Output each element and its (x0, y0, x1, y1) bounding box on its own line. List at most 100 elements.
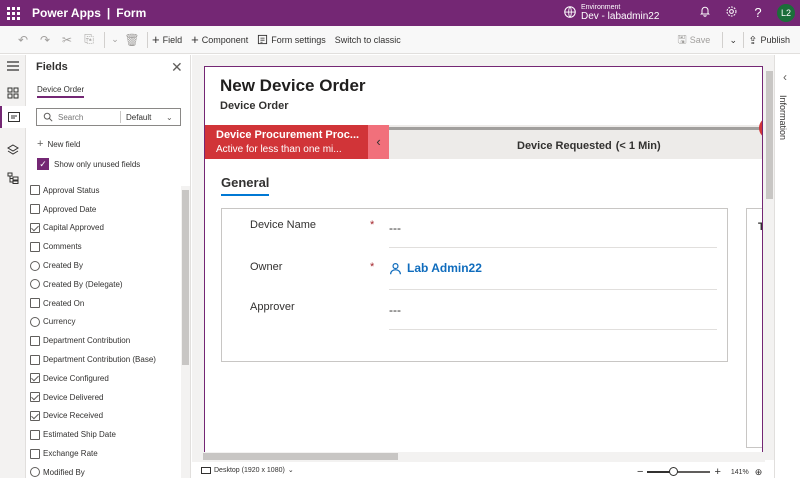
owner-link[interactable]: Lab Admin22 (389, 261, 482, 275)
field-label: Device Name (250, 219, 317, 231)
bpf-stage-target-icon[interactable] (759, 117, 762, 139)
list-item[interactable]: Department Contribution (26, 331, 191, 350)
field-device-name[interactable]: Device Name * --- (222, 209, 729, 250)
side-section[interactable]: T (746, 208, 762, 448)
zoom-slider[interactable] (647, 467, 711, 476)
add-component-button[interactable]: + Component (191, 32, 248, 47)
bpf-stage-label[interactable]: Device Requested (< 1 Min) (517, 140, 661, 152)
scrollbar-thumb[interactable] (182, 190, 189, 365)
new-field-button[interactable]: + New field (37, 138, 80, 150)
chevron-down-icon[interactable]: ⌄ (109, 34, 121, 45)
form-preview[interactable]: New Device Order Device Order Device Pro… (204, 66, 763, 456)
settings-gear-icon[interactable] (723, 5, 739, 21)
checkmark-icon: ✓ (37, 158, 49, 170)
list-item[interactable]: Created By (Delegate) (26, 275, 191, 294)
list-item[interactable]: Created On (26, 294, 191, 313)
list-item[interactable]: Exchange Rate (26, 444, 191, 463)
close-icon[interactable]: ✕ (171, 59, 183, 76)
zoom-in-icon[interactable]: + (714, 466, 720, 478)
device-size-label: Desktop (1920 x 1080) (214, 466, 285, 474)
header-separator: | (106, 6, 111, 20)
person-icon (390, 262, 401, 274)
form-section[interactable]: Device Name * --- Owner * Lab Admin22 Ap… (221, 208, 728, 362)
canvas-vertical-scrollbar[interactable] (765, 55, 774, 460)
switch-to-classic-label: Switch to classic (334, 34, 401, 45)
list-item[interactable]: Currency (26, 313, 191, 332)
list-item[interactable]: Device Configured (26, 369, 191, 388)
tab-device-order[interactable]: Device Order (37, 85, 85, 98)
search-icon (43, 112, 53, 122)
app-launcher-icon[interactable] (0, 0, 26, 26)
list-item[interactable]: Approval Status (26, 181, 191, 200)
app-name[interactable]: Power Apps (32, 6, 101, 20)
field-filter-dropdown[interactable]: Default (121, 113, 166, 122)
hamburger-menu-icon[interactable] (0, 55, 26, 77)
list-item[interactable]: Estimated Ship Date (26, 425, 191, 444)
bpf-active-stage[interactable]: Device Procurement Proc... Active for le… (205, 125, 368, 159)
fit-to-screen-icon[interactable]: ⊕ (755, 467, 763, 478)
field-label: Device Delivered (43, 392, 104, 402)
publish-icon: ⇪ (748, 34, 758, 47)
field-owner[interactable]: Owner * Lab Admin22 (222, 251, 729, 292)
user-avatar[interactable]: L2 (777, 4, 795, 22)
notification-bell-icon[interactable] (697, 5, 713, 21)
form-settings-icon (258, 34, 268, 45)
cut-icon[interactable]: ✂ (56, 33, 78, 47)
scrollbar-thumb[interactable] (203, 453, 398, 460)
form-settings-button[interactable]: Form settings (257, 34, 326, 45)
undo-icon[interactable]: ↶ (12, 33, 34, 47)
chevron-left-icon[interactable]: ‹ (783, 70, 787, 84)
list-item[interactable]: Comments (26, 237, 191, 256)
date-icon (30, 298, 40, 309)
information-panel-label[interactable]: Information (778, 95, 788, 140)
redo-icon[interactable]: ↷ (34, 33, 56, 47)
chevron-left-icon[interactable]: ‹ (368, 125, 389, 159)
list-item[interactable]: Capital Approved (26, 219, 191, 238)
business-process-flow: Device Procurement Proc... Active for le… (205, 117, 762, 159)
environment-picker[interactable]: Environment Dev - labadmin22 (563, 3, 659, 22)
scrollbar-thumb[interactable] (766, 71, 773, 199)
list-item[interactable]: Modified By (26, 463, 191, 482)
paste-icon[interactable]: ⎘ (78, 32, 100, 47)
save-button[interactable]: 🖫 Save (677, 31, 710, 50)
command-divider (722, 32, 724, 48)
canvas-horizontal-scrollbar[interactable] (203, 452, 763, 461)
chevron-down-icon[interactable]: ⌄ (166, 113, 180, 122)
field-underline (389, 289, 717, 290)
delete-icon[interactable]: 🗑 (121, 33, 143, 47)
save-options-chevron-icon[interactable]: ⌄ (727, 35, 739, 46)
command-divider (147, 31, 148, 48)
list-item[interactable]: Device Received (26, 407, 191, 426)
fields-icon[interactable] (0, 106, 26, 128)
list-item[interactable]: Created By (26, 256, 191, 275)
environment-icon (564, 6, 576, 18)
tree-view-icon[interactable] (0, 167, 26, 189)
list-item[interactable]: Department Contribution (Base) (26, 350, 191, 369)
checkbox-icon (30, 222, 40, 233)
list-item[interactable]: Device Delivered (26, 388, 191, 407)
field-underline (389, 247, 717, 248)
bpf-active-duration: Active for less than one mi... (216, 144, 342, 155)
device-size-selector[interactable]: Desktop (1920 x 1080) ⌄ (201, 466, 294, 474)
date-icon (30, 204, 40, 215)
add-field-button[interactable]: + Field (152, 32, 182, 47)
zoom-out-icon[interactable]: − (637, 466, 643, 478)
components-icon[interactable] (0, 82, 26, 104)
search-input[interactable] (58, 112, 120, 122)
fields-scrollbar[interactable] (181, 186, 190, 478)
zoom-slider-handle[interactable] (669, 467, 679, 476)
switch-to-classic-button[interactable]: Switch to classic (335, 35, 401, 45)
app-header: Power Apps | Form Environment Dev - laba… (0, 0, 800, 26)
list-item[interactable]: Approved Date (26, 200, 191, 219)
show-unused-checkbox[interactable]: ✓ Show only unused fields (37, 158, 140, 170)
lookup-icon (30, 260, 40, 271)
command-divider (104, 31, 105, 48)
currency-icon (30, 354, 40, 365)
tab-general[interactable]: General (221, 175, 270, 196)
zoom-level: 141% (730, 468, 749, 476)
publish-button[interactable]: ⇪ Publish (748, 34, 790, 47)
help-icon[interactable]: ? (750, 5, 766, 21)
form-settings-label: Form settings (271, 34, 326, 45)
layers-icon[interactable] (0, 139, 26, 161)
field-approver[interactable]: Approver --- (222, 291, 729, 332)
